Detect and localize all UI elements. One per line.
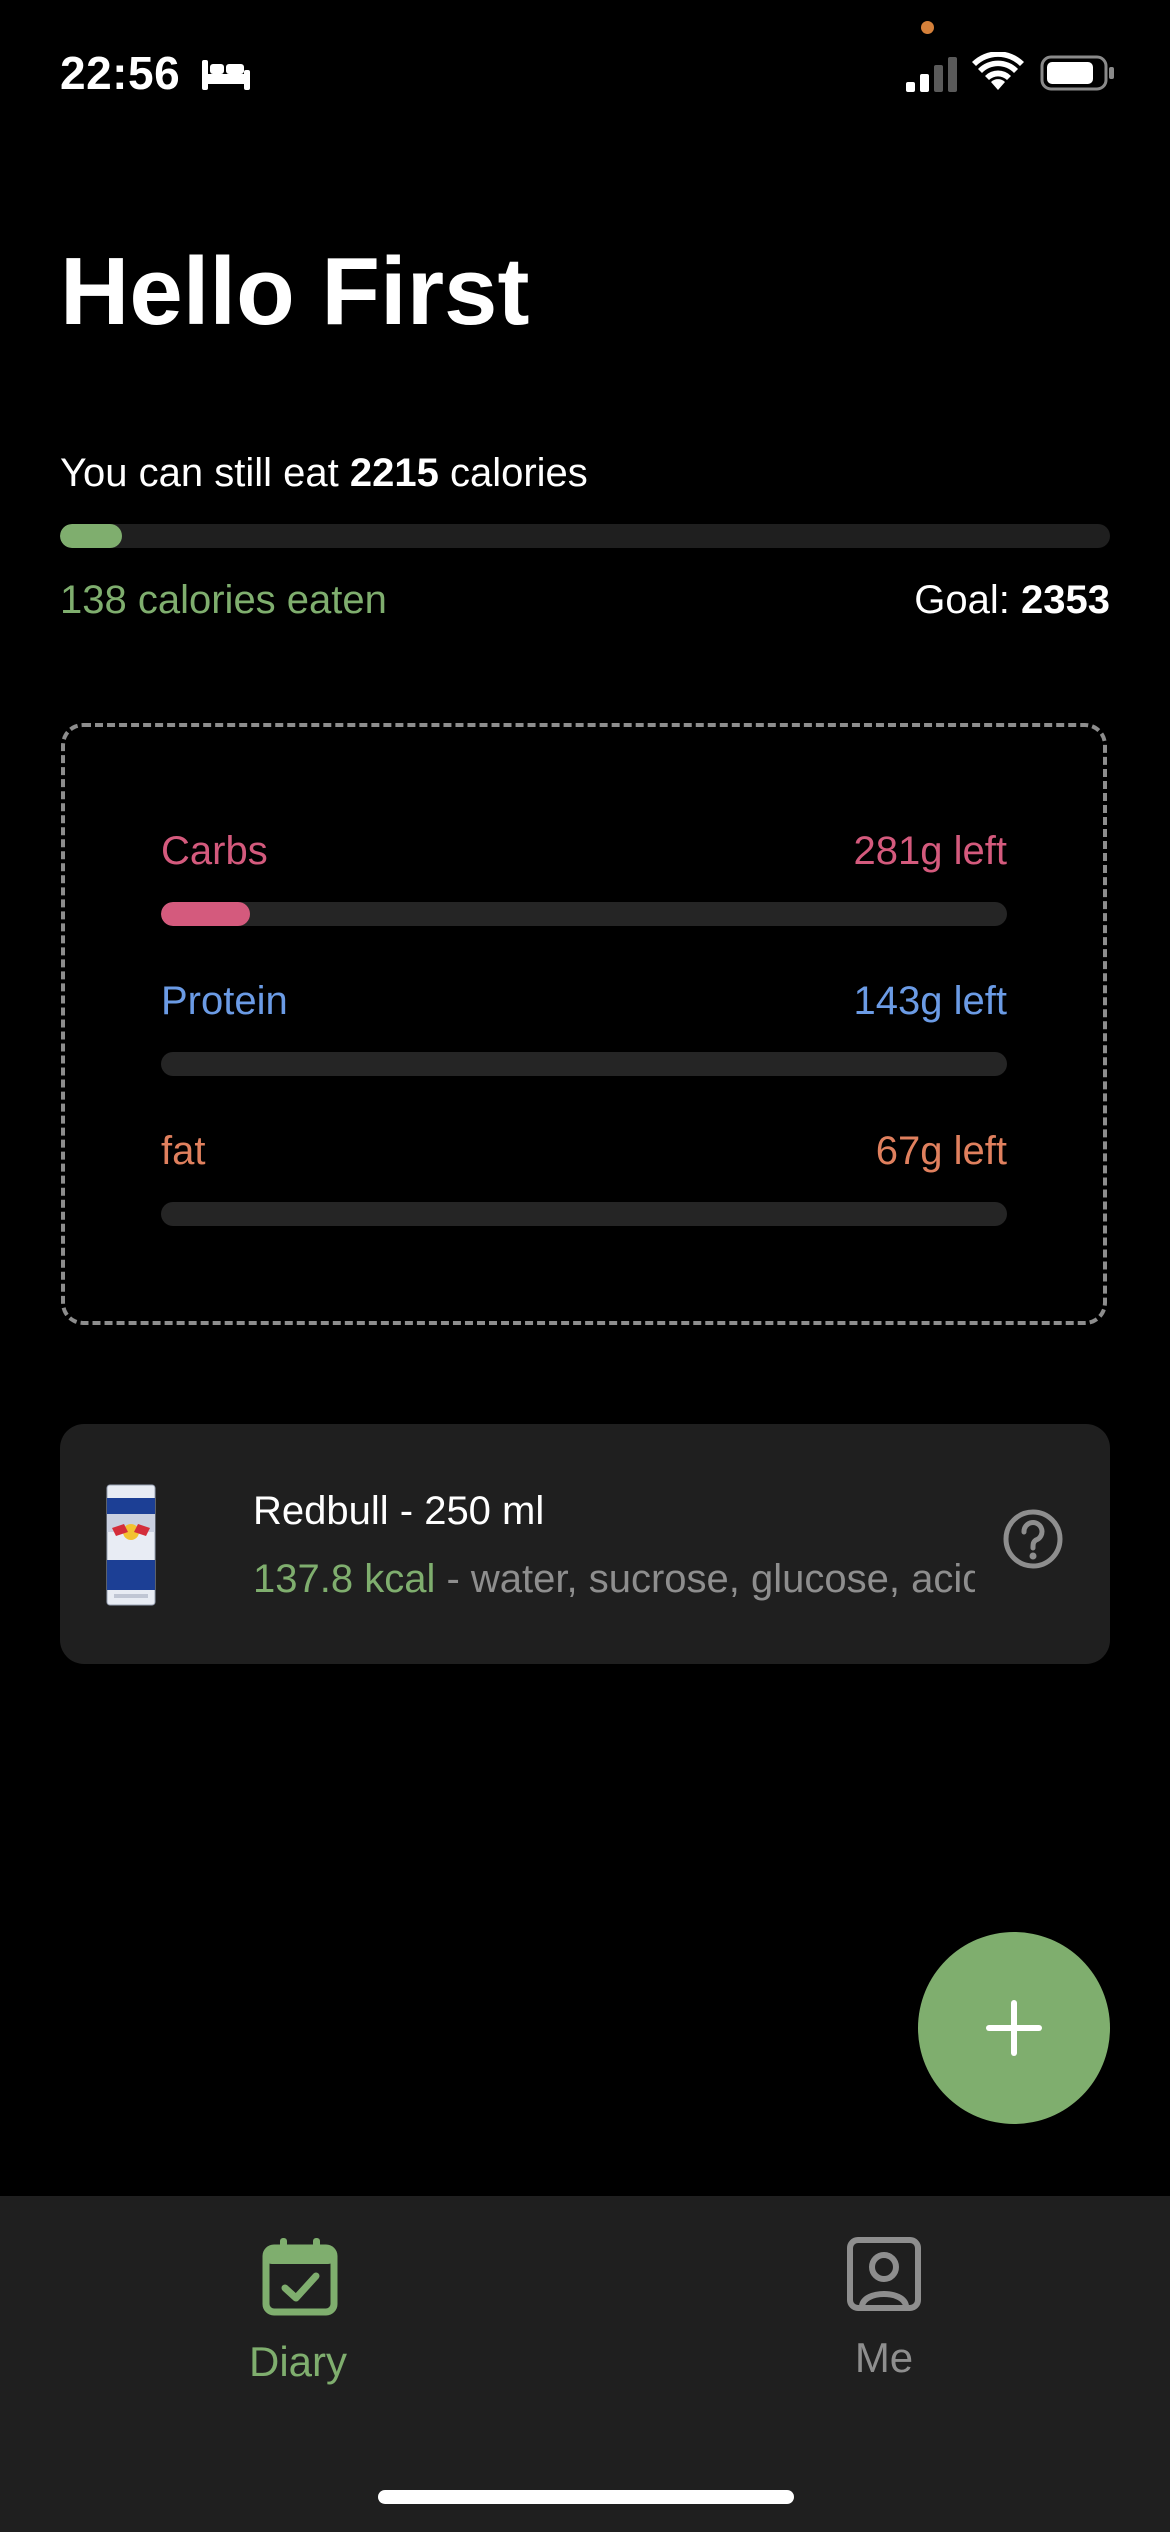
- help-circle-icon[interactable]: [1002, 1508, 1064, 1570]
- macro-carbs-progress-fill: [161, 902, 250, 926]
- bed-icon: [202, 60, 250, 90]
- wifi-icon: [972, 52, 1024, 90]
- food-entry-ingredients: - water, sucrose, glucose, acidity regul…: [446, 1557, 975, 1601]
- food-entry-details: 137.8 kcal - water, sucrose, glucose, ac…: [253, 1554, 975, 1606]
- battery-icon: [1040, 55, 1114, 91]
- tab-me[interactable]: Me: [784, 2334, 984, 2382]
- tab-diary[interactable]: Diary: [198, 2338, 398, 2386]
- calories-progress-fill: [60, 524, 122, 548]
- page-title: Hello First: [60, 238, 530, 345]
- macro-protein-progress-bar: [161, 1052, 1007, 1076]
- food-entry-card[interactable]: [60, 1424, 1110, 1664]
- bottom-tab-bar: [0, 2196, 1170, 2532]
- macro-fat-label: fat: [161, 1129, 206, 1173]
- macro-fat-progress-bar: [161, 1202, 1007, 1226]
- plus-icon: [986, 2000, 1042, 2056]
- calories-remaining-suffix: calories: [449, 451, 588, 495]
- calories-remaining-value: 2215: [349, 451, 439, 495]
- user-square-icon[interactable]: [846, 2236, 922, 2312]
- macro-carbs-progress-bar: [161, 902, 1007, 926]
- macro-protein-label: Protein: [161, 979, 288, 1023]
- calorie-goal: Goal: 2353: [914, 574, 1110, 626]
- macro-carbs-label: Carbs: [161, 829, 268, 873]
- add-food-button[interactable]: [918, 1932, 1110, 2124]
- home-indicator: [378, 2490, 794, 2504]
- calories-remaining-prefix: You can still eat: [60, 451, 339, 495]
- signal-icon: [906, 57, 957, 92]
- calendar-check-icon[interactable]: [262, 2236, 338, 2316]
- calorie-goal-value: 2353: [1021, 578, 1110, 622]
- food-entry-kcal: 137.8 kcal: [253, 1557, 436, 1601]
- redbull-can-image: [106, 1484, 156, 1606]
- privacy-indicator-dot: [921, 21, 934, 34]
- macro-carbs-remaining: 281g left: [853, 829, 1007, 873]
- calories-remaining: You can still eat 2215 calories: [60, 448, 588, 498]
- macro-protein-remaining: 143g left: [853, 979, 1007, 1023]
- food-entry-name: Redbull - 250 ml: [253, 1489, 545, 1533]
- macro-fat-remaining: 67g left: [875, 1129, 1007, 1173]
- calories-eaten: 138 calories eaten: [60, 578, 387, 622]
- calories-progress-bar: [60, 524, 1110, 548]
- status-time: 22:56: [60, 47, 181, 99]
- calorie-goal-label: Goal:: [914, 578, 1010, 622]
